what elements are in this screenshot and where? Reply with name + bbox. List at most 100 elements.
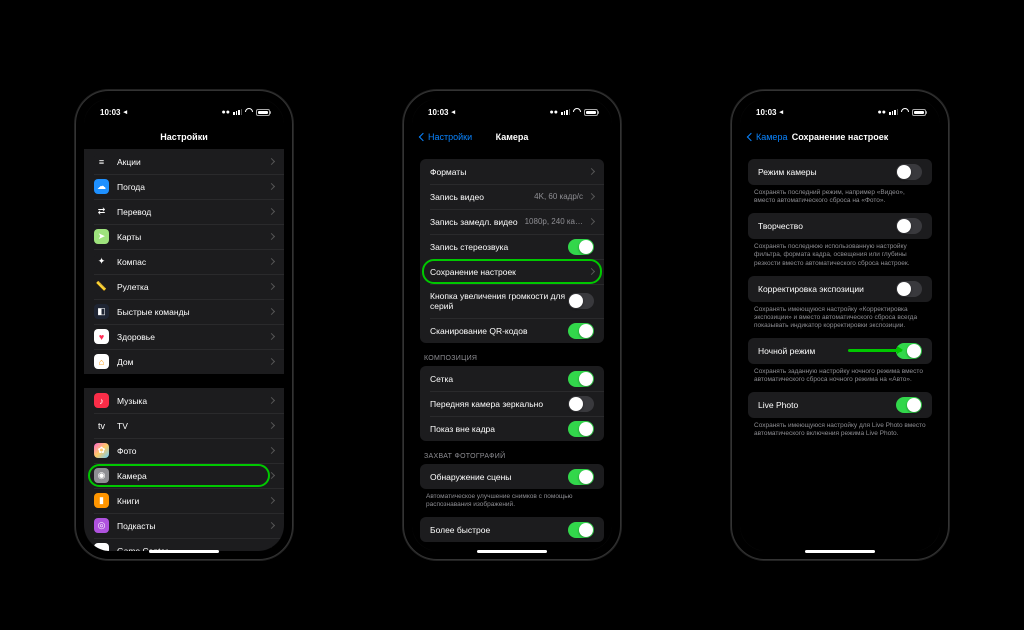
chevron-right-icon xyxy=(268,447,275,454)
camera-row[interactable]: Запись видео4K, 60 кадр/с xyxy=(420,184,604,209)
row-label: Здоровье xyxy=(117,332,269,342)
phone-preserve: 10:03◂ ●● Камера Сохранение настроек Реж… xyxy=(731,90,949,560)
settings-row-weather[interactable]: ☁Погода xyxy=(84,174,284,199)
row-label: Книги xyxy=(117,496,269,506)
toggle[interactable] xyxy=(896,164,922,180)
measure-icon: 📏 xyxy=(94,279,109,294)
camera-row[interactable]: Обнаружение сцены xyxy=(420,464,604,489)
toggle[interactable] xyxy=(896,281,922,297)
toggle[interactable] xyxy=(568,371,594,387)
toggle[interactable] xyxy=(568,469,594,485)
camera-group-composition: СеткаПередняя камера зеркальноПоказ вне … xyxy=(420,366,604,441)
camera-row[interactable]: Форматы xyxy=(420,159,604,184)
content[interactable]: ≡Акции☁Погода ⇄ Перевод ➤Карты✦Компас📏Рулет… xyxy=(84,149,284,551)
toggle[interactable] xyxy=(568,421,594,437)
settings-row-home[interactable]: ⌂Дом xyxy=(84,349,284,374)
translate-icon: ⇄ xyxy=(94,204,109,219)
back-button[interactable]: Камера xyxy=(748,125,787,149)
settings-row-compass[interactable]: ✦Компас xyxy=(84,249,284,274)
toggle[interactable] xyxy=(896,397,922,413)
camera-row[interactable]: Более быстрое xyxy=(420,517,604,542)
chevron-right-icon xyxy=(588,193,595,200)
chevron-right-icon xyxy=(588,218,595,225)
chevron-right-icon xyxy=(268,422,275,429)
nav-title: Настройки xyxy=(160,132,207,142)
home-indicator[interactable] xyxy=(477,550,547,553)
toggle[interactable] xyxy=(896,218,922,234)
camera-row[interactable]: Сканирование QR-кодов xyxy=(420,318,604,343)
chevron-right-icon xyxy=(268,472,275,479)
navbar: Настройки xyxy=(84,125,284,149)
camera-row[interactable]: Запись стереозвука xyxy=(420,234,604,259)
notch xyxy=(793,91,887,109)
back-button[interactable]: Настройки xyxy=(420,125,472,149)
gc-icon: ●● xyxy=(94,543,109,551)
settings-row-photos[interactable]: ✿Фото xyxy=(84,438,284,463)
settings-row-books[interactable]: ▮Книги xyxy=(84,488,284,513)
settings-row-podcasts[interactable]: ◎Подкасты xyxy=(84,513,284,538)
toggle[interactable] xyxy=(568,323,594,339)
camera-row[interactable]: Сохранение настроек xyxy=(420,259,604,284)
chevron-right-icon xyxy=(268,183,275,190)
nav-title: Сохранение настроек xyxy=(792,132,889,142)
chevron-right-icon xyxy=(268,397,275,404)
toggle[interactable] xyxy=(568,396,594,412)
camera-row[interactable]: Передняя камера зеркально xyxy=(420,391,604,416)
row-label: Корректировка экспозиции xyxy=(758,284,896,294)
home-indicator[interactable] xyxy=(805,550,875,553)
preserve-row[interactable]: Режим камеры xyxy=(748,159,932,185)
settings-row-translate[interactable]: ⇄ Перевод xyxy=(84,199,284,224)
settings-row-measure[interactable]: 📏Рулетка xyxy=(84,274,284,299)
preserve-group: Корректировка экспозиции xyxy=(748,276,932,302)
settings-row-maps[interactable]: ➤Карты xyxy=(84,224,284,249)
settings-row-tv[interactable]: tvTV xyxy=(84,413,284,438)
weather-icon: ☁ xyxy=(94,179,109,194)
row-label: Творчество xyxy=(758,221,896,231)
status-right: ●● xyxy=(550,108,598,116)
section-header-composition: КОМПОЗИЦИЯ xyxy=(412,343,612,366)
section-header-capture: ЗАХВАТ ФОТОГРАФИЙ xyxy=(412,441,612,464)
row-label: Перевод xyxy=(117,207,269,217)
camera-row[interactable]: Кнопка увеличения громкости для серий xyxy=(420,284,604,318)
status-right: ●● xyxy=(878,108,926,116)
status-time: 10:03 xyxy=(100,108,120,117)
preserve-row[interactable]: Live Photo xyxy=(748,392,932,418)
notch xyxy=(465,91,559,109)
back-label: Камера xyxy=(756,132,787,142)
settings-row-camera[interactable]: ◉Камера xyxy=(84,463,284,488)
camera-row[interactable]: Показ вне кадра xyxy=(420,416,604,441)
chevron-right-icon xyxy=(268,497,275,504)
settings-row-shortcuts[interactable]: ◧Быстрые команды xyxy=(84,299,284,324)
row-label: Режим камеры xyxy=(758,167,896,177)
navbar: Настройки Камера xyxy=(412,125,612,149)
row-detail: 1080p, 240 ка… xyxy=(525,217,583,226)
phone-camera: 10:03◂ ●● Настройки Камера ФорматыЗапись… xyxy=(403,90,621,560)
row-footer: Сохранять имеющуюся настройку «Корректир… xyxy=(740,302,940,338)
toggle[interactable] xyxy=(568,293,594,309)
content[interactable]: Режим камерыСохранять последний режим, н… xyxy=(740,149,940,551)
preserve-row[interactable]: Ночной режим xyxy=(748,338,932,364)
toggle[interactable] xyxy=(568,239,594,255)
camera-row[interactable]: Запись замедл. видео1080p, 240 ка… xyxy=(420,209,604,234)
preserve-group: Live Photo xyxy=(748,392,932,418)
content[interactable]: ФорматыЗапись видео4K, 60 кадр/сЗапись з… xyxy=(412,149,612,551)
chevron-right-icon xyxy=(268,283,275,290)
settings-group-2: ♪МузыкаtvTV✿Фото◉Камера▮Книги◎Подкасты ●●… xyxy=(84,388,284,551)
settings-row-stocks[interactable]: ≡Акции xyxy=(84,149,284,174)
settings-row-music[interactable]: ♪Музыка xyxy=(84,388,284,413)
preserve-row[interactable]: Творчество xyxy=(748,213,932,239)
home-indicator[interactable] xyxy=(149,550,219,553)
settings-row-health[interactable]: ♥ Здоровье xyxy=(84,324,284,349)
status-time: 10:03 xyxy=(756,108,776,117)
preserve-row[interactable]: Корректировка экспозиции xyxy=(748,276,932,302)
toggle[interactable] xyxy=(568,522,594,538)
row-label: Подкасты xyxy=(117,521,269,531)
health-icon: ♥ xyxy=(94,329,109,344)
phone-settings: 10:03◂ ●● Настройки ≡Акции☁Погода⇄Перево… xyxy=(75,90,293,560)
row-label: Запись видео xyxy=(430,192,534,202)
chevron-left-icon xyxy=(419,133,427,141)
row-label: Камера xyxy=(117,471,269,481)
chevron-right-icon xyxy=(588,268,595,275)
chevron-right-icon xyxy=(268,258,275,265)
camera-row[interactable]: Сетка xyxy=(420,366,604,391)
